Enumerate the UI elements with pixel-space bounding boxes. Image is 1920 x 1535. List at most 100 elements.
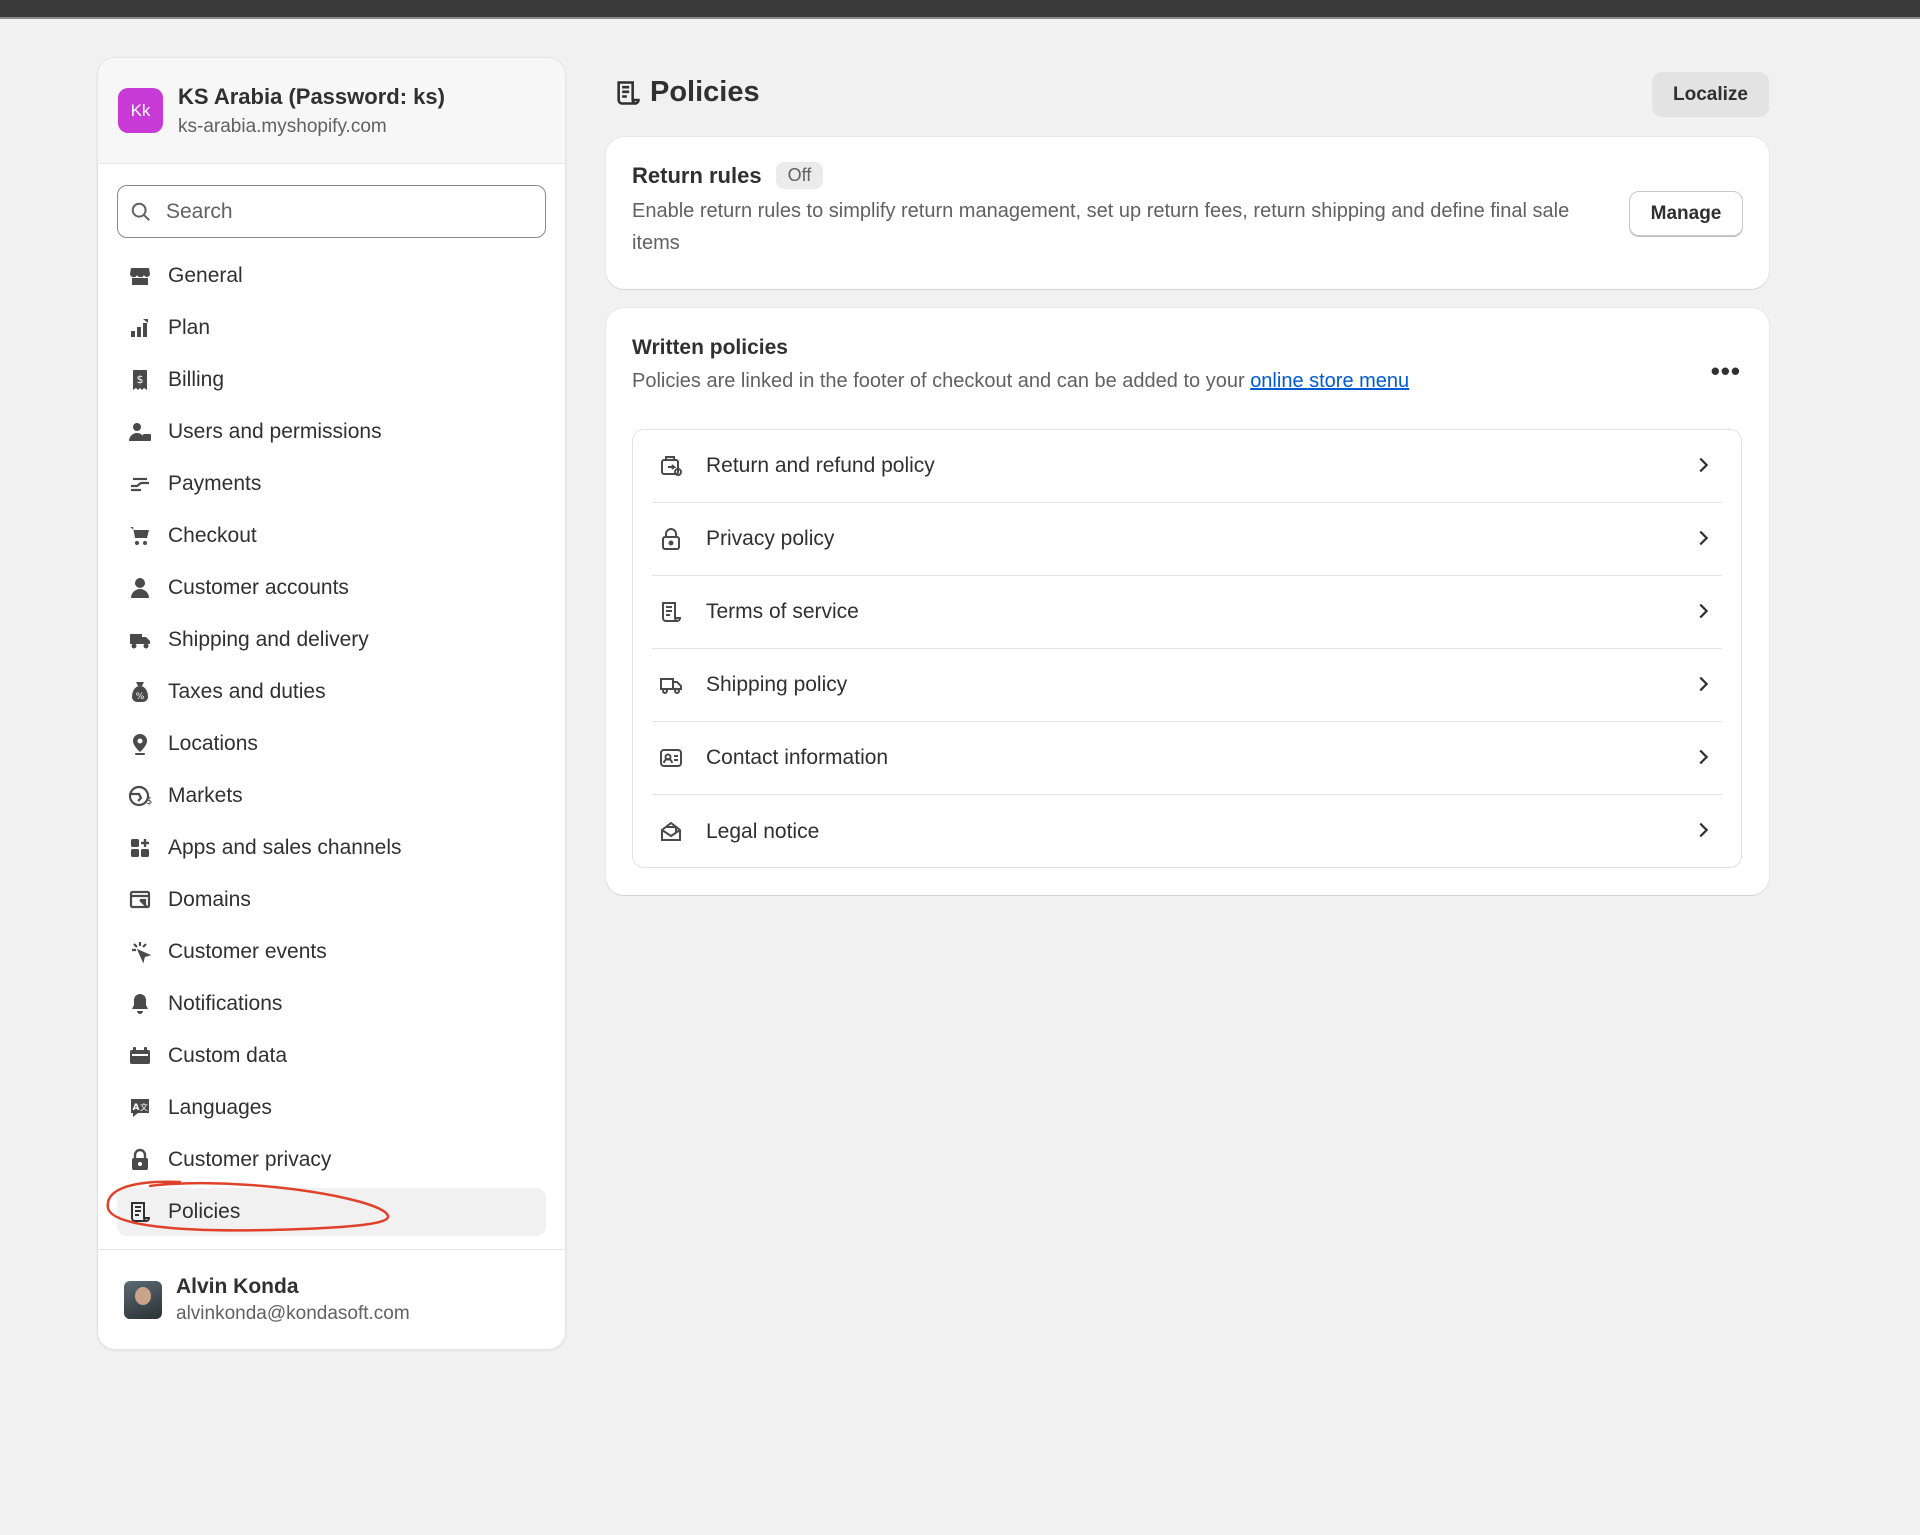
- sidebar-item-label: Notifications: [168, 992, 283, 1015]
- policy-scroll-icon: [127, 1199, 153, 1225]
- online-store-menu-link[interactable]: online store menu: [1250, 370, 1409, 392]
- sidebar-item-taxes[interactable]: % Taxes and duties: [117, 668, 546, 716]
- chevron-right-icon: [1699, 749, 1709, 765]
- status-badge: Off: [775, 162, 824, 189]
- policy-label: Shipping policy: [706, 673, 848, 696]
- sidebar-item-markets[interactable]: $ Markets: [117, 772, 546, 820]
- store-header[interactable]: Kk KS Arabia (Password: ks) ks-arabia.my…: [98, 58, 565, 164]
- sidebar-item-label: Plan: [168, 316, 211, 339]
- contact-card-icon: [658, 745, 684, 771]
- truck-icon: [127, 627, 153, 653]
- sidebar-item-label: Users and permissions: [168, 420, 382, 443]
- sidebar-item-label: General: [168, 264, 243, 287]
- search-placeholder: Search: [166, 199, 233, 223]
- truck-icon: [658, 672, 684, 698]
- written-policies-card: Written policies Policies are linked in …: [606, 308, 1769, 895]
- sidebar-item-general[interactable]: General: [117, 252, 546, 300]
- policy-label: Terms of service: [706, 600, 859, 623]
- chevron-right-icon: [1699, 676, 1709, 692]
- return-rules-title: Return rules: [632, 162, 762, 188]
- globe-icon: $: [127, 783, 153, 809]
- billing-icon: $: [127, 367, 153, 393]
- sidebar-item-label: Markets: [168, 784, 243, 807]
- more-actions-button[interactable]: •••: [1711, 356, 1741, 387]
- sidebar-item-customer-events[interactable]: Customer events: [117, 928, 546, 976]
- svg-text:$: $: [146, 796, 152, 807]
- sidebar-item-label: Taxes and duties: [168, 680, 326, 703]
- sidebar-item-label: Checkout: [168, 524, 257, 547]
- return-rules-card: Return rules Off Enable return rules to …: [606, 137, 1769, 289]
- written-policies-description: Policies are linked in the footer of che…: [632, 370, 1743, 393]
- policy-label: Contact information: [706, 746, 889, 769]
- sidebar-item-label: Languages: [168, 1096, 272, 1119]
- users-icon: [127, 419, 153, 445]
- user-email: alvinkonda@kondasoft.com: [176, 1302, 410, 1324]
- chevron-right-icon: [1699, 530, 1709, 546]
- sidebar-item-policies[interactable]: Policies: [117, 1188, 546, 1236]
- domains-icon: [127, 887, 153, 913]
- policy-row-terms[interactable]: Terms of service: [652, 576, 1722, 649]
- sidebar-item-plan[interactable]: Plan: [117, 304, 546, 352]
- sidebar-item-billing[interactable]: $ Billing: [117, 356, 546, 404]
- settings-nav: General Plan $ Billing Users and permiss…: [98, 252, 565, 1236]
- policy-label: Return and refund policy: [706, 454, 935, 477]
- written-policies-title: Written policies: [632, 336, 788, 359]
- policy-row-contact[interactable]: Contact information: [652, 722, 1722, 795]
- return-rules-description: Enable return rules to simplify return m…: [632, 200, 1570, 254]
- cursor-click-icon: [127, 939, 153, 965]
- sidebar-item-label: Shipping and delivery: [168, 628, 369, 651]
- sidebar-item-checkout[interactable]: Checkout: [117, 512, 546, 560]
- store-avatar: Kk: [118, 88, 163, 133]
- payments-icon: [127, 471, 153, 497]
- bell-icon: [127, 991, 153, 1017]
- sidebar-item-label: Billing: [168, 368, 225, 391]
- policy-row-shipping[interactable]: Shipping policy: [652, 649, 1722, 722]
- policy-scroll-icon: [617, 80, 640, 105]
- svg-text:$: $: [137, 373, 144, 386]
- svg-text:%: %: [136, 692, 145, 702]
- store-name: KS Arabia (Password: ks): [178, 83, 445, 109]
- svg-text:A: A: [133, 1103, 140, 1113]
- chevron-right-icon: [1699, 822, 1709, 838]
- translate-icon: A文: [127, 1095, 153, 1121]
- sidebar-item-apps[interactable]: Apps and sales channels: [117, 824, 546, 872]
- sidebar-item-notifications[interactable]: Notifications: [117, 980, 546, 1028]
- settings-sidebar: Kk KS Arabia (Password: ks) ks-arabia.my…: [97, 57, 566, 1350]
- svg-text:文: 文: [140, 1102, 148, 1112]
- sidebar-item-custom-data[interactable]: Custom data: [117, 1032, 546, 1080]
- user-account[interactable]: Alvin Konda alvinkonda@kondasoft.com: [98, 1249, 565, 1349]
- localize-button[interactable]: Localize: [1652, 72, 1769, 117]
- sidebar-item-payments[interactable]: Payments: [117, 460, 546, 508]
- policy-row-legal[interactable]: Legal notice: [652, 795, 1722, 868]
- return-rules-heading: Return rules Off: [632, 162, 1743, 189]
- tax-bag-icon: %: [127, 679, 153, 705]
- policy-list: Return and refund policy Privacy policy …: [632, 429, 1742, 868]
- sidebar-item-domains[interactable]: Domains: [117, 876, 546, 924]
- policy-scroll-icon: [658, 599, 684, 625]
- lock-icon: [658, 526, 684, 552]
- page-title: Policies: [614, 76, 760, 109]
- plan-icon: [127, 315, 153, 341]
- sidebar-item-label: Locations: [168, 732, 258, 755]
- avatar: [124, 1280, 162, 1319]
- custom-data-icon: [127, 1043, 153, 1069]
- sidebar-item-customer-privacy[interactable]: Customer privacy: [117, 1136, 546, 1184]
- sidebar-item-label: Customer accounts: [168, 576, 349, 599]
- sidebar-item-customer-accounts[interactable]: Customer accounts: [117, 564, 546, 612]
- policy-label: Privacy policy: [706, 527, 835, 550]
- store-icon: [127, 263, 153, 289]
- sidebar-item-users[interactable]: Users and permissions: [117, 408, 546, 456]
- description-text: Policies are linked in the footer of che…: [632, 370, 1251, 392]
- envelope-open-icon: [658, 819, 684, 845]
- policy-row-privacy[interactable]: Privacy policy: [652, 503, 1722, 576]
- sidebar-item-languages[interactable]: A文 Languages: [117, 1084, 546, 1132]
- search-input[interactable]: Search: [117, 185, 546, 238]
- sidebar-item-locations[interactable]: Locations: [117, 720, 546, 768]
- return-box-icon: [658, 453, 684, 479]
- cart-icon: [127, 523, 153, 549]
- policy-row-return-refund[interactable]: Return and refund policy: [652, 430, 1722, 503]
- store-domain: ks-arabia.myshopify.com: [178, 115, 387, 137]
- page-title-text: Policies: [650, 76, 760, 108]
- manage-button[interactable]: Manage: [1629, 191, 1743, 236]
- sidebar-item-shipping[interactable]: Shipping and delivery: [117, 616, 546, 664]
